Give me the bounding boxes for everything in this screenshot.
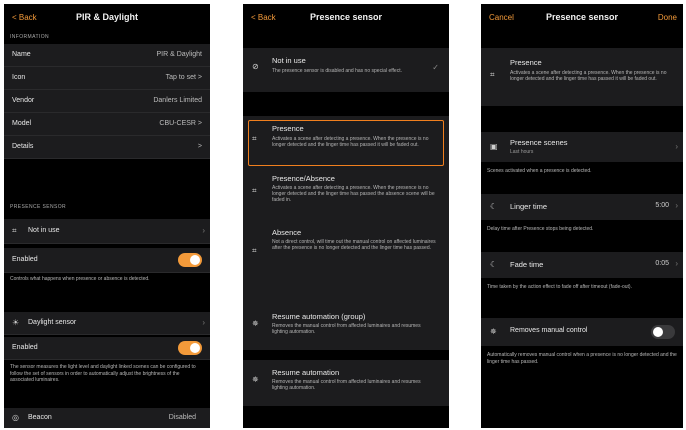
daylight-sensor-row[interactable]: ☀ Daylight sensor › [4,312,210,335]
enabled-label: Enabled [12,256,38,263]
row-value: Danlers Limited [153,97,202,104]
linger-note: Delay time after Presence stops being de… [487,226,594,232]
checkmark-icon: ✓ [432,63,439,72]
remove-manual-control-toggle[interactable] [651,325,675,339]
row-label: Model [12,120,32,127]
manual-control-note: Automatically removes manual control whe… [487,352,677,365]
manual-control-icon: ✵ [490,327,497,336]
chevron-right-icon: › [675,259,678,268]
info-row-icon[interactable]: Icon Tap to set > [4,67,210,90]
presence-note: Controls what happens when presence or a… [10,276,150,282]
row-label: Icon [12,74,26,81]
row-label: Details [12,143,34,150]
row-label: Vendor [12,97,35,104]
disabled-circle-icon: ⊘ [252,62,259,71]
row-label: Name [12,51,31,58]
info-row-vendor[interactable]: Vendor Danlers Limited [4,90,210,113]
resume-automation-icon: ✵ [252,319,259,328]
fade-time-value: 0:05 [655,260,669,267]
beacon-row[interactable]: ◎ Beacon Disabled [4,408,210,428]
presence-absence-icon: ⌗ [252,186,257,195]
presence-enabled-row: Enabled [4,248,210,273]
daylight-sensor-icon: ☀ [12,318,20,327]
done-button[interactable]: Done [658,13,677,22]
beacon-icon: ◎ [12,413,19,422]
row-value: PIR & Daylight [156,51,202,58]
info-row-name[interactable]: Name PIR & Daylight [4,44,210,67]
daylight-enabled-row: Enabled [4,337,210,360]
option-title: Resume automation [272,368,340,377]
option-description: Removes the manual control from affected… [272,379,421,391]
daylight-enabled-toggle[interactable] [178,341,202,355]
chevron-right-icon: › [202,318,205,327]
beacon-value: Disabled [168,414,196,421]
row-value: > [197,143,202,150]
linger-time-row[interactable]: ☾ Linger time 5:00 › [481,194,683,220]
row-value: CBU-CESR > [159,120,202,127]
enabled-label: Enabled [12,344,38,351]
row-value: Tap to set > [165,74,202,81]
presence-scenes-label: Presence scenes [510,138,568,147]
presence-sensor-icon: ⌗ [12,226,17,235]
daylight-sensor-label: Daylight sensor [28,319,77,326]
section-header-presence: PRESENCE SENSOR [10,204,67,210]
presence-sensor-icon: ⌗ [490,70,495,79]
resume-automation-icon: ✵ [252,375,259,384]
presence-description: Activates a scene after detecting a pres… [510,70,667,82]
fade-time-label: Fade time [510,260,544,269]
option-title: Presence/Absence [272,174,335,183]
remove-manual-control-label: Removes manual control [510,327,588,334]
nav-bar: Cancel Presence sensor Done [481,4,683,32]
option-description: The presence sensor is disabled and has … [272,68,402,74]
chevron-right-icon: › [675,201,678,210]
page-title: PIR & Daylight [75,12,138,22]
absence-icon: ⌗ [252,246,257,255]
option-title: Not in use [272,56,306,65]
option-presence-absence[interactable]: ⌗ Presence/Absence Activates a scene aft… [243,168,449,220]
remove-manual-control-row: ✵ Removes manual control [481,318,683,346]
selection-highlight [248,120,444,166]
option-resume-automation-group[interactable]: ✵ Resume automation (group) Removes the … [243,304,449,350]
option-description: Removes the manual control from affected… [272,323,421,335]
presence-title: Presence [510,58,542,67]
option-resume-automation[interactable]: ✵ Resume automation Removes the manual c… [243,360,449,406]
option-title: Absence [272,228,302,237]
nav-bar: < Back Presence sensor [243,4,449,32]
option-not-in-use[interactable]: ⊘ Not in use The presence sensor is disa… [243,48,449,92]
option-absence[interactable]: ⌗ Absence Not a direct control, will tim… [243,226,449,286]
option-description: Not a direct control, will time out the … [272,239,436,251]
daylight-note: The sensor measures the light level and … [10,364,196,383]
presence-mode-row[interactable]: ⌗ Presence Activates a scene after detec… [481,48,683,106]
scenes-note: Scenes activated when a presence is dete… [487,168,592,174]
chevron-right-icon: › [675,142,678,151]
chevron-right-icon: › [202,226,205,235]
page-title: Presence sensor [309,12,383,22]
beacon-label: Beacon [28,414,52,421]
option-title: Resume automation (group) [272,312,366,321]
screen-presence-options: < Back Presence sensor ⊘ Not in use The … [243,4,449,428]
info-row-details[interactable]: Details > [4,136,210,159]
moon-icon: ☾ [490,202,498,211]
presence-mode-label: Not in use [28,227,60,234]
option-description: Activates a scene after detecting a pres… [272,185,435,203]
screen-presence-settings: Cancel Presence sensor Done ⌗ Presence A… [481,4,683,428]
moon-icon: ☾ [490,260,498,269]
linger-time-label: Linger time [510,202,548,211]
presence-mode-row[interactable]: ⌗ Not in use › [4,219,210,244]
fade-time-row[interactable]: ☾ Fade time 0:05 › [481,252,683,278]
fade-note: Time taken by the action effect to fade … [487,284,632,290]
page-title: Presence sensor [545,12,619,22]
linger-time-value: 5:00 [655,202,669,209]
info-row-model[interactable]: Model CBU-CESR > [4,113,210,136]
calendar-icon: ▣ [490,142,498,151]
nav-bar: < Back PIR & Daylight [4,4,210,32]
section-header-information: INFORMATION [10,34,50,40]
screen-pir-daylight: < Back PIR & Daylight INFORMATION Name P… [4,4,210,428]
presence-scenes-row[interactable]: ▣ Presence scenes Last hours › [481,132,683,162]
presence-enabled-toggle[interactable] [178,253,202,267]
presence-scenes-sub: Last hours [510,149,534,155]
